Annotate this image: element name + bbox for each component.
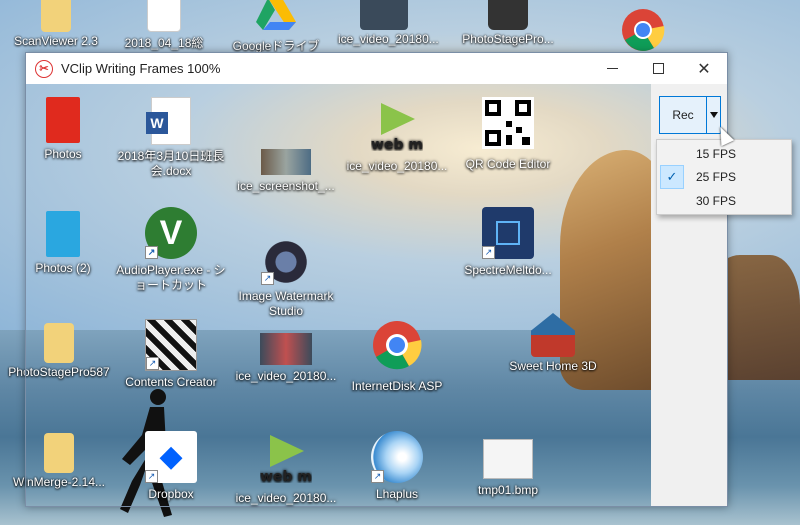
shortcut-arrow-icon: ↗	[371, 470, 384, 483]
dropbox-icon: ◆ ↗	[145, 431, 197, 483]
vclip-app-icon: ✂	[35, 59, 53, 78]
video-icon	[360, 0, 408, 30]
desktop-icon-chrome[interactable]	[598, 8, 688, 57]
vclip-window: ✂ VClip Writing Frames 100% ✕ Photos W 2…	[25, 52, 728, 507]
window-title: VClip Writing Frames 100%	[61, 61, 221, 76]
window-icon-photos-2[interactable]: Photos (2)	[8, 211, 118, 276]
shortcut-arrow-icon: ↗	[261, 272, 274, 285]
svg-text:web m: web m	[260, 469, 312, 483]
window-icon-docx[interactable]: W 2018年3月10日班長会.docx	[116, 97, 226, 179]
desktop-icon-scanviewer[interactable]: ScanViewer 2.3	[10, 0, 102, 48]
word-document-icon: W	[146, 97, 191, 145]
chrome-icon	[622, 9, 665, 51]
maximize-button[interactable]	[635, 53, 681, 84]
desktop-icon-sweethome3d[interactable]: Sweet Home 3D	[503, 313, 603, 373]
window-icon-screenshot[interactable]: ice_screenshot_...	[231, 149, 341, 194]
desktop-icon-google-drive[interactable]: Googleドライブ	[230, 0, 322, 54]
window-icon-webm-1[interactable]: web m ice_video_20180...	[342, 99, 452, 174]
window-icon-contents-creator[interactable]: ↗ Contents Creator	[116, 319, 226, 390]
maximize-icon	[652, 63, 664, 74]
shortcut-arrow-icon: ↗	[145, 246, 158, 259]
contents-creator-icon: ↗	[145, 319, 197, 371]
window-icon-photos[interactable]: Photos	[8, 97, 118, 162]
fps-menu: 15 FPS ✓ 25 FPS 30 FPS	[656, 139, 792, 215]
window-icon-audioplayer[interactable]: V ↗ AudioPlayer.exe - ショートカット	[116, 207, 226, 293]
title-bar[interactable]: ✂ VClip Writing Frames 100% ✕	[26, 53, 727, 84]
close-icon: ✕	[697, 60, 711, 78]
folder-icon	[41, 0, 71, 32]
chip-shield-icon: ↗	[482, 207, 534, 259]
shortcut-arrow-icon: ↗	[145, 470, 158, 483]
qr-code-icon	[482, 97, 534, 149]
window-icon-video-2[interactable]: ice_video_20180...	[231, 333, 341, 384]
document-icon	[147, 0, 181, 32]
rec-button[interactable]: Rec	[659, 96, 707, 134]
screenshot-icon	[261, 149, 311, 175]
window-icon-webm-2[interactable]: web m ice_video_20180...	[231, 431, 341, 506]
watermark-camera-icon: ↗	[261, 239, 311, 285]
svg-text:web m: web m	[371, 137, 423, 151]
video-thumb-icon	[260, 333, 312, 365]
window-icon-tmp01[interactable]: tmp01.bmp	[453, 439, 563, 498]
fps-menu-item-15[interactable]: 15 FPS	[658, 142, 790, 166]
fps-menu-item-25[interactable]: ✓ 25 FPS	[658, 165, 790, 189]
house-icon	[531, 313, 575, 357]
blue-folder-icon	[46, 211, 80, 257]
desktop-icon-photostage[interactable]: PhotoStagePro...	[462, 0, 554, 46]
v-player-icon: V ↗	[145, 207, 197, 259]
window-icon-internetdisk[interactable]: InternetDisk ASP	[342, 319, 452, 394]
red-folder-icon	[46, 97, 80, 143]
minimize-icon	[606, 68, 618, 69]
shortcut-arrow-icon: ↗	[146, 357, 159, 370]
camera-icon	[488, 0, 528, 30]
window-icon-watermark[interactable]: ↗ Image Watermark Studio	[231, 239, 341, 319]
minimize-button[interactable]	[589, 53, 635, 84]
google-drive-icon	[256, 0, 296, 30]
webm-icon: web m	[260, 435, 312, 485]
window-icon-spectre[interactable]: ↗ SpectreMeltdo...	[453, 207, 563, 278]
webm-icon: web m	[371, 103, 423, 153]
desktop-icon-video[interactable]: ice_video_20180...	[338, 0, 439, 46]
fps-menu-item-30[interactable]: 30 FPS	[658, 189, 790, 213]
close-button[interactable]: ✕	[681, 53, 727, 84]
bmp-thumb-icon	[483, 439, 533, 479]
window-icon-qr[interactable]: QR Code Editor	[453, 97, 563, 172]
window-icon-dropbox[interactable]: ◆ ↗ Dropbox	[116, 431, 226, 502]
lhaplus-icon: ↗	[371, 431, 423, 483]
window-icon-lhaplus[interactable]: ↗ Lhaplus	[342, 431, 452, 502]
chevron-down-icon	[709, 112, 718, 118]
checkmark-icon: ✓	[660, 165, 684, 189]
shortcut-arrow-icon: ↗	[482, 246, 495, 259]
chrome-icon	[373, 321, 422, 370]
